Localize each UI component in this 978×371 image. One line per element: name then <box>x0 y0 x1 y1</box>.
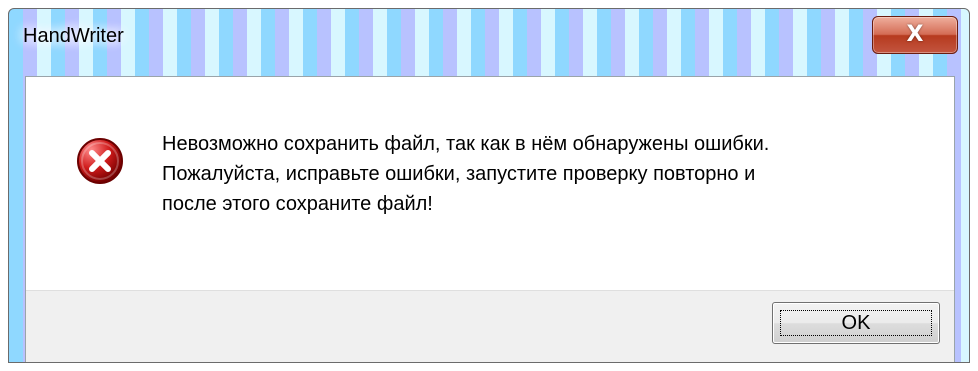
dialog-window: HandWriter X Невозможно сохранить файл, … <box>8 8 970 363</box>
dialog-button-bar: OK <box>26 290 954 362</box>
error-icon <box>77 138 123 184</box>
close-button[interactable]: X <box>872 16 958 54</box>
window-title: HandWriter <box>23 25 124 47</box>
title-bar[interactable]: HandWriter X <box>9 9 969 69</box>
close-x-icon: X <box>906 22 924 47</box>
ok-button[interactable]: OK <box>772 302 940 344</box>
message-line: Пожалуйста, исправьте ошибки, запустите … <box>162 163 756 185</box>
dialog-client-area: Невозможно сохранить файл, так как в нём… <box>25 76 955 362</box>
message-line: после этого сохраните файл! <box>162 193 433 215</box>
error-message: Невозможно сохранить файл, так как в нём… <box>162 129 922 219</box>
ok-button-label: OK <box>841 311 871 334</box>
message-line: Невозможно сохранить файл, так как в нём… <box>162 133 770 155</box>
message-row: Невозможно сохранить файл, так как в нём… <box>76 129 922 219</box>
